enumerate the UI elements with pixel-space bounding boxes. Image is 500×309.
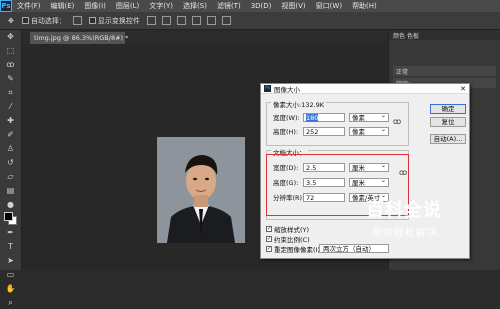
pen-icon[interactable]: ✒ <box>4 226 18 239</box>
photoshop-logo-icon: Ps <box>0 0 12 12</box>
pixel-width-label: 宽度(W): <box>273 114 300 122</box>
menu-bar: Ps 文件(F) 编辑(E) 图像(I) 图层(L) 文字(Y) 选择(S) 滤… <box>0 0 500 12</box>
doc-height-label: 高度(G): <box>273 179 299 187</box>
pixel-height-label: 高度(H): <box>273 128 299 136</box>
document-tab[interactable]: timg.jpg @ 86.3%(RGB/8#) * <box>30 32 128 44</box>
menu-help[interactable]: 帮助(H) <box>347 1 382 11</box>
doc-height-unit-select[interactable]: 厘米 <box>349 177 389 187</box>
pixel-height-unit-select[interactable]: 像素 <box>349 126 389 136</box>
pixel-width-unit-select[interactable]: 像素 <box>349 112 389 122</box>
pixel-dimensions-label: 像素大小:132.9K <box>271 99 327 109</box>
panel-tab-swatches[interactable]: 色板 <box>407 33 419 40</box>
align-right-icon[interactable] <box>221 16 231 25</box>
panel-tabs[interactable]: 颜色 色板 <box>389 30 500 40</box>
dialog-titlebar: Ps 图像大小 <box>261 84 469 94</box>
watermark-title: 百科全说 <box>366 200 442 221</box>
doc-height-row: 高度(G): 3.5 厘米 <box>273 177 389 187</box>
zoom-icon[interactable]: ⌕ <box>4 296 18 309</box>
gradient-icon[interactable]: ▤ <box>4 184 18 197</box>
menu-edit[interactable]: 编辑(E) <box>46 1 80 11</box>
align-center-icon[interactable] <box>206 16 216 25</box>
resample-row[interactable]: ✓ 重定图像像素(I): <box>266 244 322 254</box>
menu-view[interactable]: 视图(V) <box>276 1 310 11</box>
menu-type[interactable]: 文字(Y) <box>144 1 178 11</box>
menu-file[interactable]: 文件(F) <box>12 1 46 11</box>
pixel-width-input[interactable]: 180 <box>303 112 345 122</box>
crop-icon[interactable]: ⌗ <box>4 86 18 99</box>
show-transform-label: 显示变换控件 <box>97 16 140 25</box>
clone-stamp-icon[interactable]: ♙ <box>4 142 18 155</box>
resample-method-select[interactable]: 两次立方（自动） <box>319 244 389 253</box>
type-icon[interactable]: T <box>4 240 18 253</box>
eyedropper-icon[interactable]: ⁄ <box>4 100 18 113</box>
watermark-subtitle: 助你轻松解决 <box>372 228 438 239</box>
menu-3d[interactable]: 3D(D) <box>246 2 277 10</box>
panel-tab-color[interactable]: 颜色 <box>393 33 405 40</box>
show-transform-checkbox[interactable] <box>88 17 96 24</box>
resample-label: 重定图像像素(I): <box>274 246 323 254</box>
eraser-icon[interactable]: ▱ <box>4 170 18 183</box>
image-size-dialog: Ps 图像大小 ✕ 像素大小:132.9K 宽度(W): 180 像素 高度(H… <box>260 83 470 259</box>
layer-dropdown[interactable] <box>72 16 82 25</box>
quick-select-icon[interactable]: ✎ <box>4 72 18 85</box>
pixel-height-input[interactable]: 252 <box>303 126 345 136</box>
blur-icon[interactable]: ● <box>4 198 18 211</box>
dialog-title: 图像大小 <box>274 85 300 94</box>
auto-select-label: 自动选择： <box>30 16 66 25</box>
constrain-checkbox[interactable]: ✓ <box>266 236 272 242</box>
history-brush-icon[interactable]: ↺ <box>4 156 18 169</box>
ok-button[interactable]: 确定 <box>430 104 466 114</box>
path-select-icon[interactable]: ➤ <box>4 254 18 267</box>
foreground-color-swatch[interactable] <box>4 212 13 221</box>
doc-width-unit-select[interactable]: 厘米 <box>349 162 389 172</box>
portrait-photo <box>157 137 245 243</box>
marquee-icon[interactable]: ⬚ <box>4 44 18 57</box>
scale-styles-checkbox[interactable]: ✓ <box>266 226 272 232</box>
pixel-dimensions-group: 像素大小:132.9K <box>266 99 409 146</box>
reset-button[interactable]: 复位 <box>430 117 466 127</box>
align-top-icon[interactable] <box>146 16 156 25</box>
portrait-image <box>157 137 245 243</box>
doc-width-row: 宽度(D): 2.5 厘米 <box>273 162 389 172</box>
scale-styles-label: 缩放样式(Y) <box>274 226 310 234</box>
pixel-height-row: 高度(H): 252 像素 <box>273 126 389 136</box>
doc-width-input[interactable]: 2.5 <box>303 162 345 172</box>
menu-image[interactable]: 图像(I) <box>79 1 111 11</box>
menu-layer[interactable]: 图层(L) <box>111 1 144 11</box>
align-bottom-icon[interactable] <box>176 16 186 25</box>
menu-filter[interactable]: 滤镜(T) <box>212 1 246 11</box>
options-bar: ✥ 自动选择： 显示变换控件 <box>0 12 500 30</box>
auto-select-checkbox[interactable] <box>21 17 29 24</box>
doc-width-label: 宽度(D): <box>273 164 299 172</box>
pixel-link-icon: ꝏ <box>393 117 402 126</box>
doc-link-icon: ꝏ <box>399 168 408 177</box>
photoshop-small-icon: Ps <box>264 85 271 92</box>
toolbox: ✥ ⬚ ꝏ ✎ ⌗ ⁄ ✚ ✐ ♙ ↺ ▱ ▤ ● ◐ ✒ T ➤ ▭ ✋ ⌕ <box>0 30 22 307</box>
move-tool-icon[interactable]: ✥ <box>8 17 14 25</box>
blend-mode-select[interactable]: 正常 <box>393 66 496 76</box>
lasso-icon[interactable]: ꝏ <box>4 58 18 71</box>
auto-button[interactable]: 自动(A)... <box>430 134 466 144</box>
hand-icon[interactable]: ✋ <box>4 282 18 295</box>
close-icon[interactable]: ✕ <box>460 85 466 93</box>
pixel-width-row: 宽度(W): 180 像素 <box>273 112 389 122</box>
constrain-label: 约束比例(C) <box>274 236 310 244</box>
resolution-label: 分辨率(R): <box>273 194 305 202</box>
resample-checkbox[interactable]: ✓ <box>266 246 272 252</box>
move-icon[interactable]: ✥ <box>4 30 18 43</box>
brush-icon[interactable]: ✐ <box>4 128 18 141</box>
constrain-row[interactable]: ✓ 约束比例(C) <box>266 234 310 244</box>
align-left-icon[interactable] <box>191 16 201 25</box>
menu-window[interactable]: 窗口(W) <box>311 1 347 11</box>
align-middle-icon[interactable] <box>161 16 171 25</box>
doc-height-input[interactable]: 3.5 <box>303 177 345 187</box>
scale-styles-row[interactable]: ✓ 缩放样式(Y) <box>266 224 309 234</box>
resolution-input[interactable]: 72 <box>303 192 345 202</box>
healing-brush-icon[interactable]: ✚ <box>4 114 18 127</box>
menu-select[interactable]: 选择(S) <box>178 1 212 11</box>
